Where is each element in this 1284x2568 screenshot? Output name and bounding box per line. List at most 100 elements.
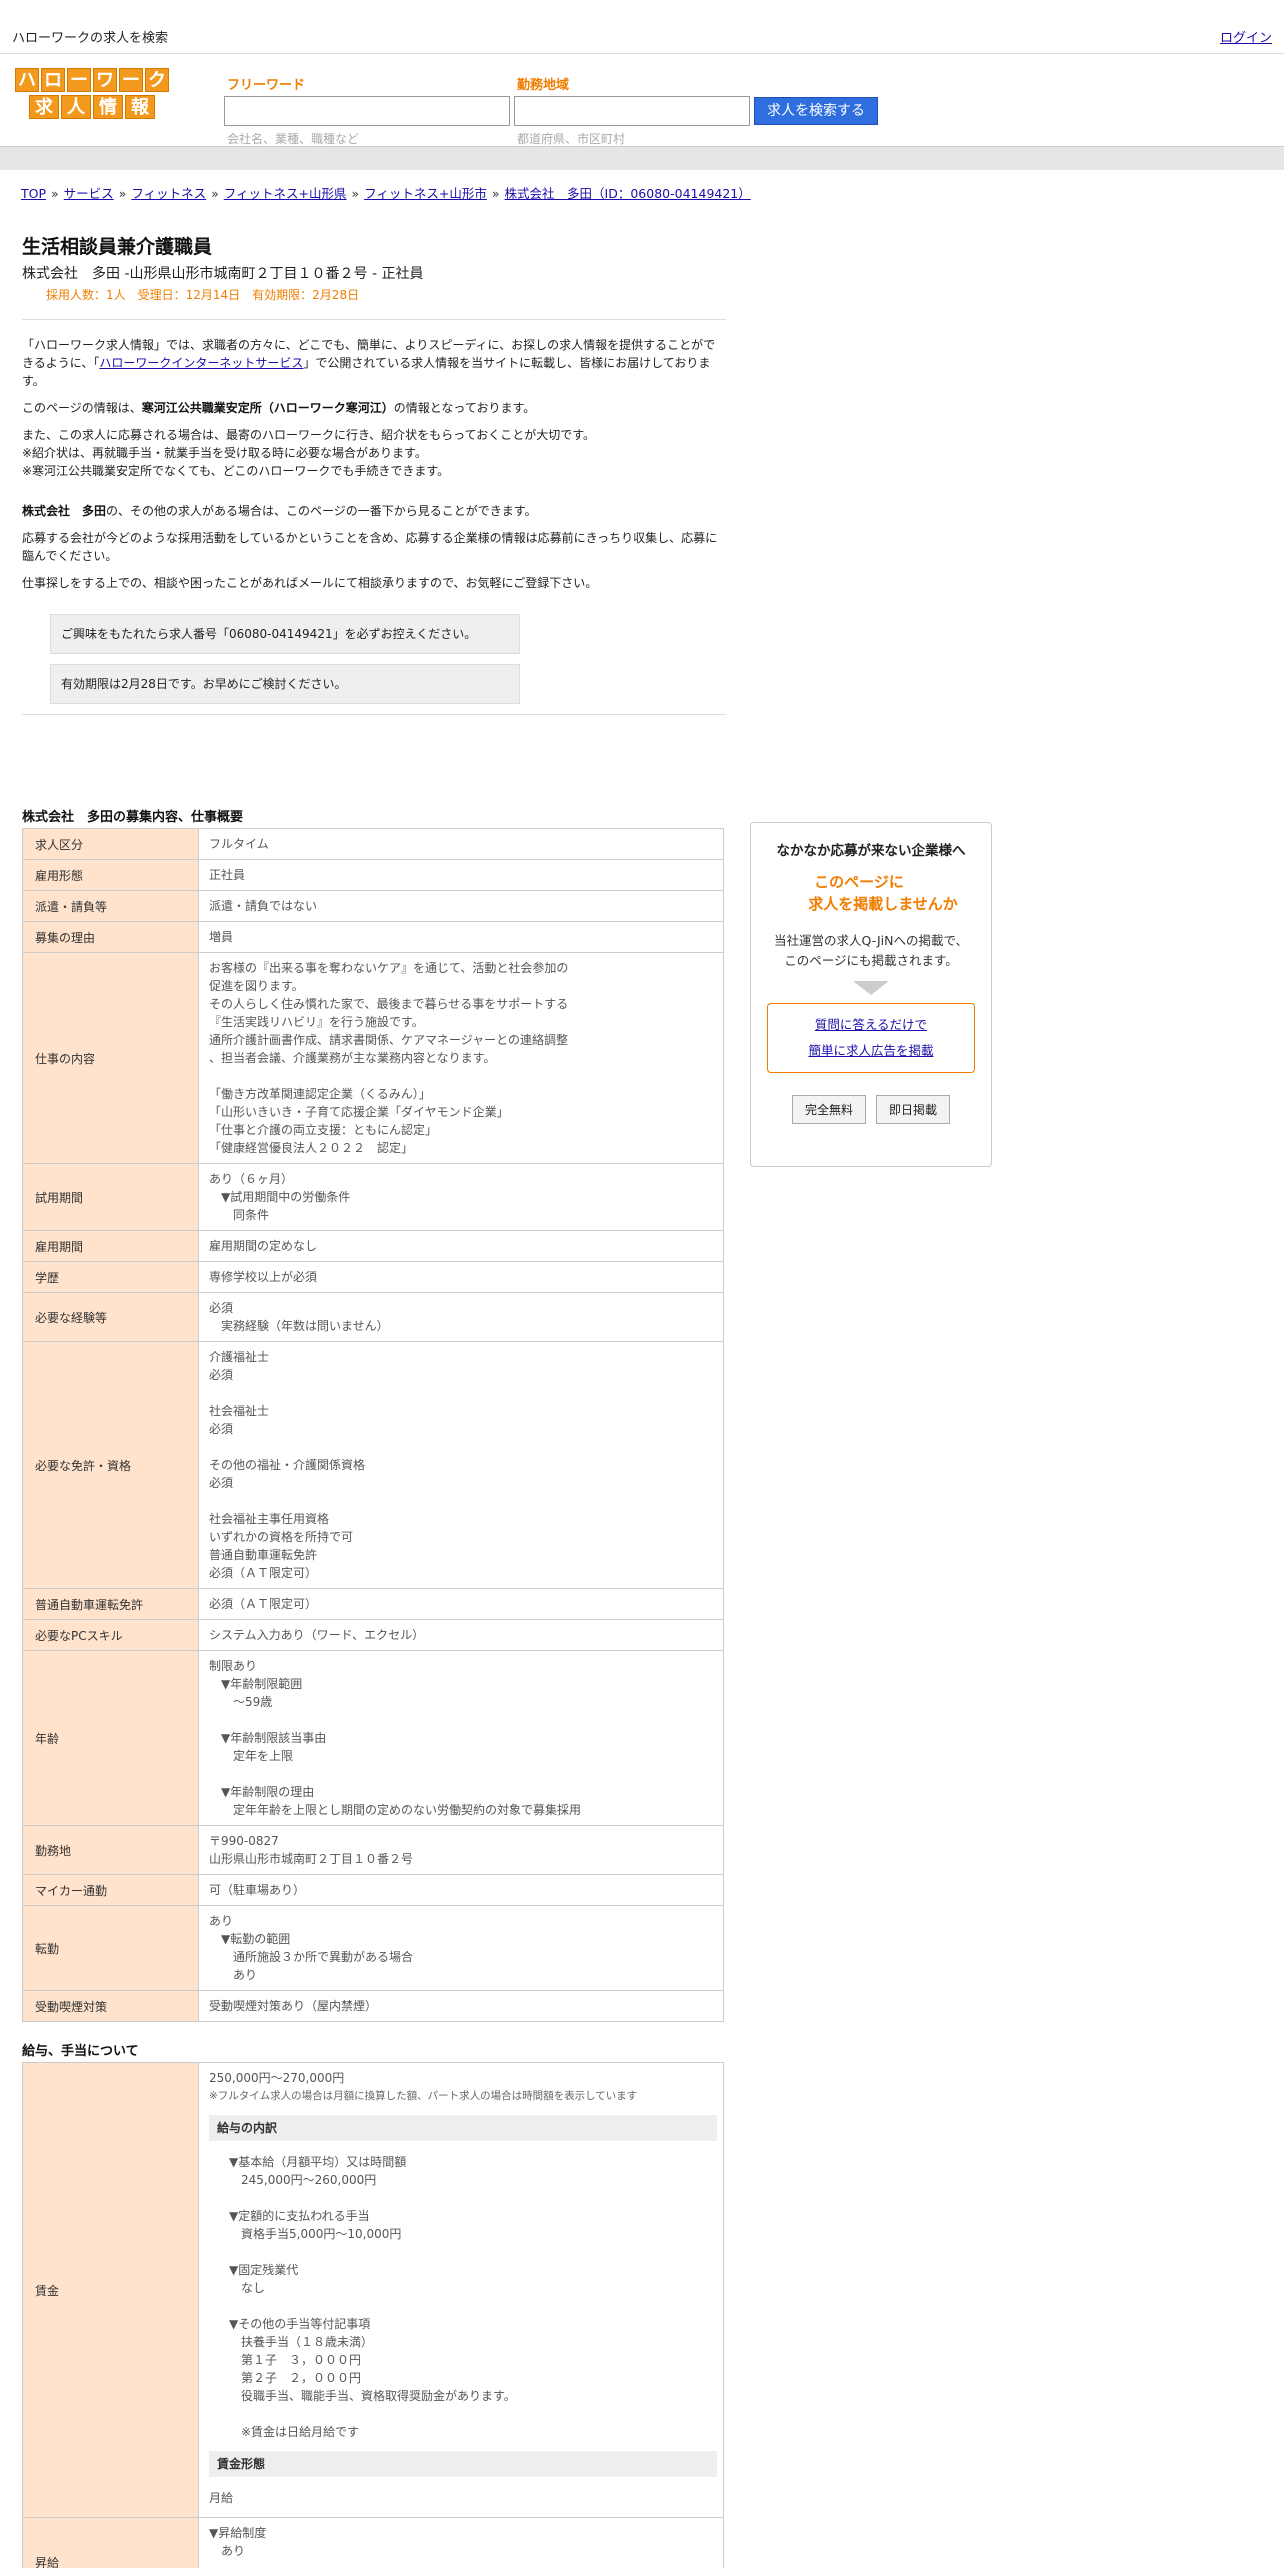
ad-link-post-listing[interactable]: 簡単に求人広告を掲載: [808, 1043, 933, 1058]
table-row: 必要な経験等 必須 実務経験（年数は問いません）: [22, 1292, 724, 1342]
logo-letter: 求: [29, 95, 59, 119]
free-badge-button[interactable]: 完全無料: [791, 1095, 866, 1124]
area-input[interactable]: [514, 96, 750, 126]
table-row: 求人区分 フルタイム: [22, 828, 724, 860]
row-value: フルタイム: [198, 828, 724, 860]
main-content: 生活相談員兼介護職員 株式会社 多田 -山形県山形市城南町２丁目１０番２号 - …: [22, 232, 726, 731]
row-label: 年齢: [22, 1650, 199, 1826]
logo-letter: 情: [93, 95, 123, 119]
freeword-input[interactable]: [224, 96, 510, 126]
wage-note: ※フルタイム求人の場合は月額に換算した額、パート求人の場合は時間額を表示していま…: [209, 2090, 638, 2102]
row-label: 賃金: [22, 2062, 199, 2518]
row-label: マイカー通勤: [22, 1874, 199, 1906]
logo-letter: 人: [61, 95, 91, 119]
breadcrumb-separator: »: [51, 186, 59, 201]
breadcrumb: TOP » サービス » フィットネス » フィットネス+山形県 » フィットネス+山形市 » 株式…: [20, 183, 752, 202]
row-value: 必須（ＡＴ限定可）: [198, 1588, 724, 1620]
overview-table: 求人区分 フルタイム 雇用形態 正社員 派遣・請負等 派遣・請負ではない 募集の理由 増員 仕事…: [22, 828, 724, 2022]
table-row: 試用期間 あり（６ヶ月） ▼試用期間中の労働条件 同条件: [22, 1163, 724, 1231]
breadcrumb-link[interactable]: フィットネス: [131, 186, 206, 201]
logo-letter: ー: [119, 68, 143, 92]
area-hint: 都道府県、市区町村: [517, 132, 626, 146]
wage-range: 250,000円〜270,000円: [209, 2071, 345, 2085]
table-row: 勤務地 〒990-0827 山形県山形市城南町２丁目１０番２号: [22, 1825, 724, 1875]
site-logo[interactable]: ハローワーク 求人情報: [4, 68, 180, 122]
intro-paragraph-6: 仕事探しをする上での、相談や困ったことがあればメールにて相談承りますので、お気軽…: [22, 576, 598, 590]
breadcrumb-link[interactable]: フィットネス+山形市: [364, 186, 487, 201]
logo-letter: ロ: [41, 68, 65, 92]
logo-row-2: 求人情報: [4, 95, 180, 119]
row-value: システム入力あり（ワード、エクセル）: [198, 1619, 724, 1651]
table-row: 必要な免許・資格 介護福祉士 必須 社会福祉士 必須 その他の福祉・介護関係資格 …: [22, 1341, 724, 1589]
breadcrumb-link[interactable]: フィットネス+山形県: [224, 186, 347, 201]
row-label: 学歴: [22, 1261, 199, 1293]
job-subline: 株式会社 多田 -山形県山形市城南町２丁目１０番２号 - 正社員: [22, 266, 424, 282]
overview-heading: 株式会社 多田の募集内容、仕事概要: [22, 810, 244, 825]
row-value: 正社員: [198, 859, 724, 891]
hellowork-internet-service-link[interactable]: ハローワークインターネットサービス: [99, 356, 303, 370]
row-value: 制限あり ▼年齢制限範囲 〜59歳 ▼年齢制限該当事由 定年を上限 ▼年齢制限の…: [198, 1650, 724, 1826]
job-number-notice: ご興味をもたれたら求人番号「06080-04149421」を必ずお控えください。: [50, 614, 520, 654]
breadcrumb-separator: »: [351, 186, 360, 201]
logo-letter: ー: [67, 68, 91, 92]
breadcrumb-link[interactable]: サービス: [64, 186, 114, 201]
row-value: 専修学校以上が必須: [198, 1261, 724, 1293]
row-value: 受動喫煙対策あり（屋内禁煙）: [198, 1990, 724, 2022]
area-label: 勤務地域: [517, 78, 570, 93]
top-bar: ハローワークの求人を検索 ログイン: [0, 0, 1284, 54]
same-day-badge-button[interactable]: 即日掲載: [876, 1095, 951, 1124]
table-row: マイカー通勤 可（駐車場あり）: [22, 1874, 724, 1906]
expiry-notice: 有効期限は2月28日です。お早めにご検討ください。: [50, 664, 520, 704]
intro-paragraph-3: また、この求人に応募される場合は、最寄のハローワークに行き、紹介状をもらっておく…: [22, 428, 596, 478]
row-value: 派遣・請負ではない: [198, 890, 724, 922]
ad-buttons: 完全無料 即日掲載: [751, 1095, 991, 1124]
table-row: 普通自動車運転免許 必須（ＡＴ限定可）: [22, 1588, 724, 1620]
logo-letter: ク: [145, 68, 169, 92]
breadcrumb-link[interactable]: TOP: [21, 186, 46, 201]
table-row: 仕事の内容 お客様の『出来る事を奪わないケア』を通じて、活動と社会参加の 促進を図…: [22, 952, 724, 1164]
job-details: 株式会社 多田の募集内容、仕事概要 求人区分 フルタイム 雇用形態 正社員 派遣・請負等…: [22, 806, 724, 2568]
row-label: 試用期間: [22, 1163, 199, 1231]
row-label: 必要な経験等: [22, 1292, 199, 1342]
job-meta: 採用人数：1人 受理日：12月14日 有効期限：2月28日: [46, 288, 360, 302]
row-label: 募集の理由: [22, 921, 199, 953]
ad-catch: このページに 求人を掲載しませんか: [808, 873, 958, 913]
table-row: 募集の理由 増員: [22, 921, 724, 953]
table-row: 雇用形態 正社員: [22, 859, 724, 891]
ad-link-box: 質問に答えるだけで 簡単に求人広告を掲載: [767, 1003, 975, 1073]
row-value: ▼昇給制度 あり ▼昇給（前年度実績）: [198, 2517, 724, 2568]
breadcrumb-separator: »: [118, 186, 127, 201]
table-row: 昇給 ▼昇給制度 あり ▼昇給（前年度実績）: [22, 2517, 724, 2568]
row-label: 必要なPCスキル: [22, 1619, 199, 1651]
row-value: 介護福祉士 必須 社会福祉士 必須 その他の福祉・介護関係資格 必須 社会福祉主…: [198, 1341, 724, 1589]
ad-link-answer-questions[interactable]: 質問に答えるだけで: [815, 1017, 927, 1032]
intro-paragraph-4: 株式会社 多田の、その他の求人がある場合は、このページの一番下から見ることができ…: [22, 504, 537, 518]
row-label: 雇用形態: [22, 859, 199, 891]
row-value: お客様の『出来る事を奪わないケア』を通じて、活動と社会参加の 促進を図ります。 …: [198, 952, 724, 1164]
breadcrumb-link[interactable]: 株式会社 多田（ID：06080-04149421）: [505, 186, 751, 201]
intro-paragraph-1: 「ハローワーク求人情報」では、求職者の方々に、どこでも、簡単に、よりスピーディに…: [22, 338, 716, 388]
row-label: 普通自動車運転免許: [22, 1588, 199, 1620]
header-divider-bar: [0, 146, 1284, 170]
breadcrumb-separator: »: [491, 186, 500, 201]
logo-row-1: ハローワーク: [4, 68, 180, 92]
table-row: 賃金 250,000円〜270,000円 ※フルタイム求人の場合は月額に換算した…: [22, 2062, 724, 2518]
arrow-down-icon: [853, 981, 889, 995]
search-button[interactable]: 求人を検索する: [754, 97, 878, 125]
row-label: 転勤: [22, 1905, 199, 1991]
divider: [22, 319, 726, 320]
ad-title: なかなか応募が来ない企業様へ: [776, 843, 966, 859]
breakdown-heading: 給与の内訳: [209, 2115, 717, 2141]
breadcrumb-separator: »: [211, 186, 219, 201]
freeword-label: フリーワード: [227, 78, 306, 93]
table-row: 学歴 専修学校以上が必須: [22, 1261, 724, 1293]
intro-paragraph-2: このページの情報は、寒河江公共職業安定所（ハローワーク寒河江）の情報となっており…: [22, 401, 536, 415]
logo-letter: ワ: [93, 68, 117, 92]
table-row: 必要なPCスキル システム入力あり（ワード、エクセル）: [22, 1619, 724, 1651]
job-title: 生活相談員兼介護職員: [22, 236, 213, 258]
row-value: あり ▼転勤の範囲 通所施設３か所で異動がある場合 あり: [198, 1905, 724, 1991]
row-value: あり（６ヶ月） ▼試用期間中の労働条件 同条件: [198, 1163, 724, 1231]
salary-table: 賃金 250,000円〜270,000円 ※フルタイム求人の場合は月額に換算した…: [22, 2062, 724, 2568]
login-link[interactable]: ログイン: [1220, 27, 1272, 46]
freeword-hint: 会社名、業種、職種など: [227, 132, 360, 146]
